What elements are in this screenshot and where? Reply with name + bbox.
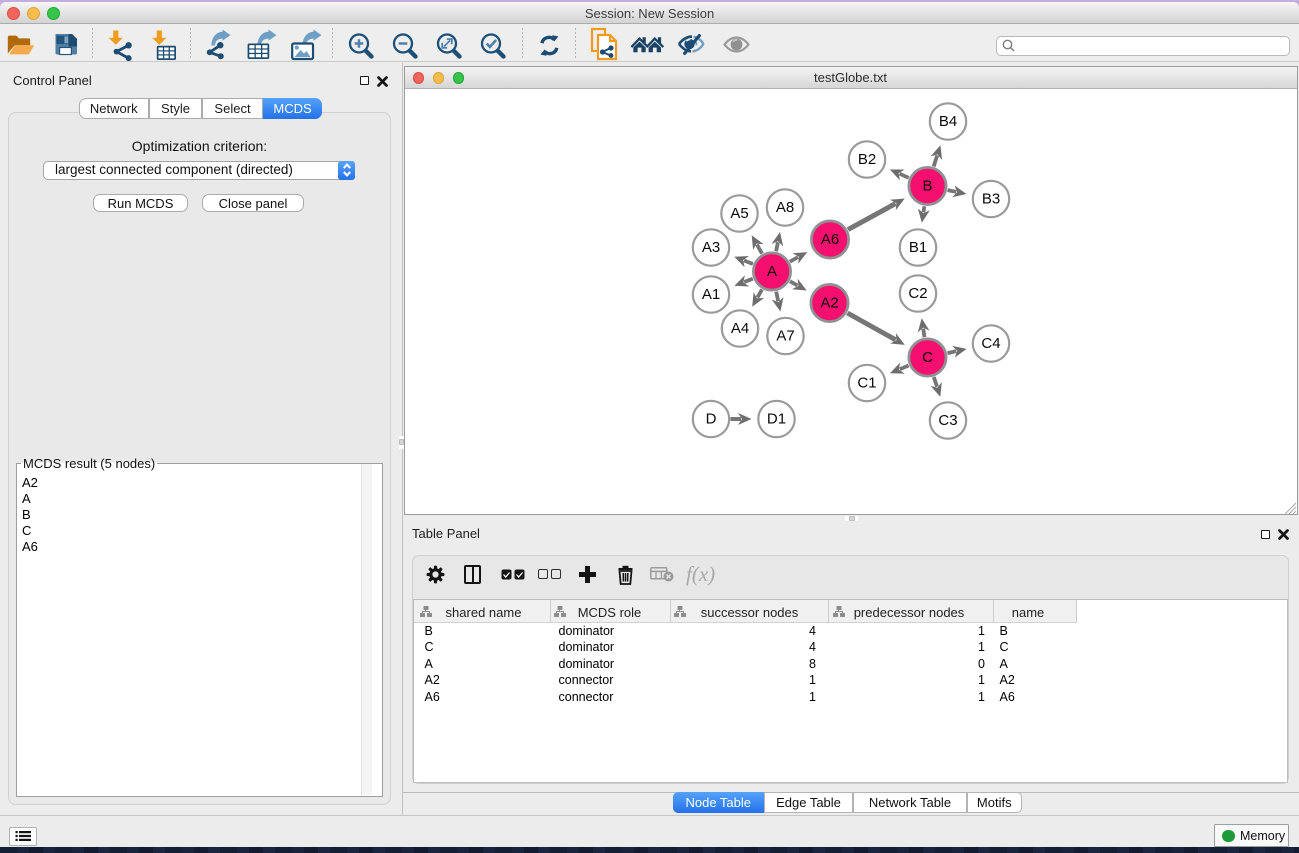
svg-text:C4: C4	[981, 335, 1000, 352]
svg-text:D1: D1	[766, 411, 785, 428]
svg-text:B2: B2	[857, 151, 875, 168]
svg-text:A4: A4	[730, 320, 748, 337]
svg-text:A2: A2	[820, 295, 838, 312]
svg-text:A3: A3	[701, 239, 719, 256]
svg-text:D: D	[705, 411, 716, 428]
svg-text:C3: C3	[938, 412, 957, 429]
svg-text:C1: C1	[857, 375, 876, 392]
svg-text:A7: A7	[776, 328, 794, 345]
svg-text:A: A	[766, 263, 776, 280]
svg-text:C2: C2	[908, 285, 927, 302]
svg-text:A1: A1	[701, 286, 719, 303]
svg-text:B: B	[922, 178, 932, 195]
svg-text:A5: A5	[730, 205, 748, 222]
svg-text:B4: B4	[938, 113, 956, 130]
svg-text:A6: A6	[820, 231, 838, 248]
svg-text:B1: B1	[908, 239, 926, 256]
svg-text:A8: A8	[775, 199, 793, 216]
svg-text:B3: B3	[981, 191, 999, 208]
svg-text:C: C	[922, 349, 933, 366]
